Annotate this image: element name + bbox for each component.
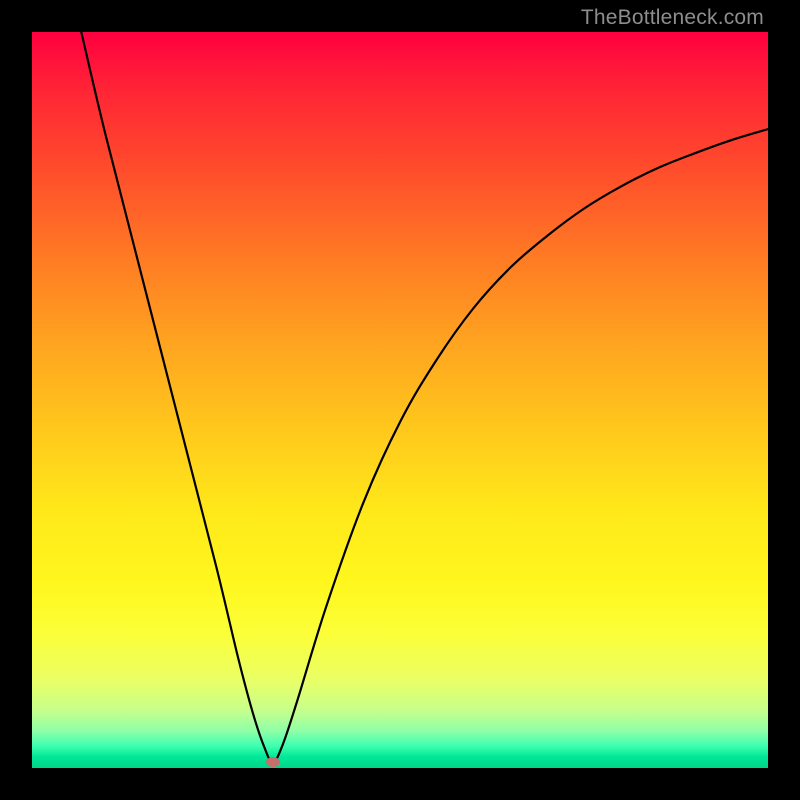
watermark-text: TheBottleneck.com [581, 6, 764, 30]
bottleneck-curve [32, 32, 768, 768]
plot-area [32, 32, 768, 768]
bottleneck-marker [266, 757, 280, 767]
chart-frame: TheBottleneck.com [0, 0, 800, 800]
